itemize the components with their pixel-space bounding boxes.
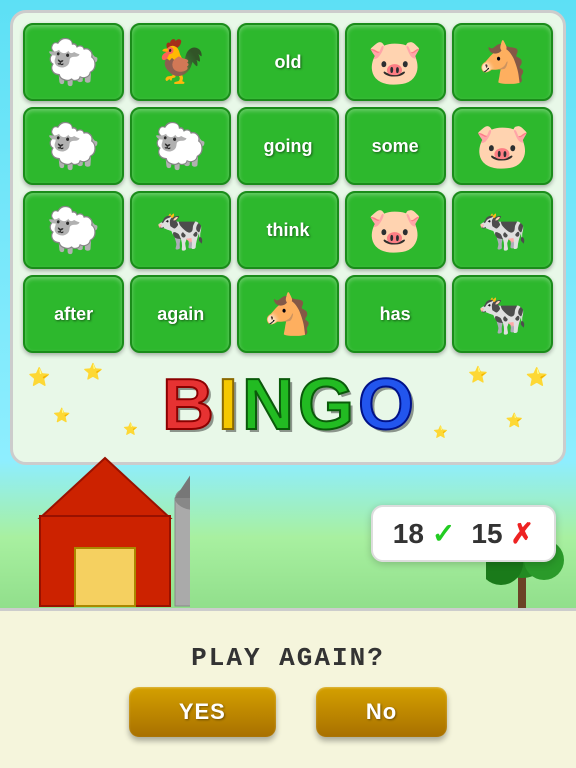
cell-after[interactable]: after bbox=[23, 275, 124, 353]
cell-pig1[interactable]: 🐷 bbox=[345, 23, 446, 101]
play-again-dialog: PLAY AGAIN? YES No bbox=[0, 608, 576, 768]
star-icon: ⭐ bbox=[123, 422, 138, 436]
x-icon: ✗ bbox=[511, 517, 534, 550]
cell-old[interactable]: old bbox=[237, 23, 338, 101]
sheep3-icon: 🐑 bbox=[153, 120, 208, 172]
star-icon: ⭐ bbox=[506, 412, 523, 429]
cell-sheep2[interactable]: 🐑 bbox=[23, 107, 124, 185]
star-icon: ⭐ bbox=[53, 407, 70, 424]
bingo-n: N bbox=[242, 369, 294, 441]
sheep4-icon: 🐑 bbox=[46, 204, 101, 256]
cell-again[interactable]: again bbox=[130, 275, 231, 353]
cell-has[interactable]: has bbox=[345, 275, 446, 353]
cell-sheep4[interactable]: 🐑 bbox=[23, 191, 124, 269]
wrong-score: 15 ✗ bbox=[471, 517, 534, 550]
cow2-icon: 🐄 bbox=[477, 207, 527, 254]
score-box: 18 ✓ 15 ✗ bbox=[371, 505, 556, 562]
cell-going[interactable]: going bbox=[237, 107, 338, 185]
cell-cow3[interactable]: 🐄 bbox=[452, 275, 553, 353]
star-icon: ⭐ bbox=[28, 367, 50, 388]
check-icon: ✓ bbox=[432, 517, 455, 550]
dialog-title: PLAY AGAIN? bbox=[191, 643, 385, 673]
chicken-icon: 🐓 bbox=[155, 38, 207, 87]
cell-think[interactable]: think bbox=[237, 191, 338, 269]
no-button[interactable]: No bbox=[316, 687, 447, 737]
word-some: some bbox=[372, 136, 419, 157]
word-old: old bbox=[274, 52, 301, 73]
cell-sheep1[interactable]: 🐑 bbox=[23, 23, 124, 101]
game-board: 🐑 🐓 old 🐷 🐴 🐑 🐑 going some 🐷 bbox=[10, 10, 566, 465]
pig-icon: 🐷 bbox=[368, 36, 423, 88]
wrong-count: 15 bbox=[471, 518, 502, 550]
correct-count: 18 bbox=[393, 518, 424, 550]
word-again: again bbox=[157, 304, 204, 325]
star-icon: ⭐ bbox=[526, 367, 548, 388]
horse-icon: 🐴 bbox=[477, 39, 527, 86]
correct-score: 18 ✓ bbox=[393, 517, 456, 550]
star-icon: ⭐ bbox=[468, 365, 488, 385]
cell-pig3[interactable]: 🐷 bbox=[345, 191, 446, 269]
cow-icon: 🐄 bbox=[156, 207, 206, 254]
sheep2-icon: 🐑 bbox=[46, 120, 101, 172]
word-going: going bbox=[264, 136, 313, 157]
dialog-buttons: YES No bbox=[129, 687, 447, 737]
cell-pig2[interactable]: 🐷 bbox=[452, 107, 553, 185]
cell-horse1[interactable]: 🐴 bbox=[452, 23, 553, 101]
word-after: after bbox=[54, 304, 93, 325]
bingo-grid: 🐑 🐓 old 🐷 🐴 🐑 🐑 going some 🐷 bbox=[23, 23, 553, 353]
star-icon: ⭐ bbox=[433, 425, 448, 439]
cell-cow1[interactable]: 🐄 bbox=[130, 191, 231, 269]
cell-sheep3[interactable]: 🐑 bbox=[130, 107, 231, 185]
sheep-icon: 🐑 bbox=[46, 36, 101, 88]
cell-some[interactable]: some bbox=[345, 107, 446, 185]
bingo-i: I bbox=[218, 369, 238, 441]
cell-chicken[interactable]: 🐓 bbox=[130, 23, 231, 101]
yes-button[interactable]: YES bbox=[129, 687, 276, 737]
bingo-g: G bbox=[298, 369, 354, 441]
cell-horse2[interactable]: 🐴 bbox=[237, 275, 338, 353]
pig2-icon: 🐷 bbox=[475, 120, 530, 172]
cow3-icon: 🐄 bbox=[477, 291, 527, 338]
star-icon: ⭐ bbox=[83, 362, 103, 382]
bingo-o: O bbox=[358, 369, 414, 441]
horse2-icon: 🐴 bbox=[263, 291, 313, 338]
barn bbox=[20, 438, 190, 613]
bingo-b: B bbox=[162, 369, 214, 441]
word-has: has bbox=[380, 304, 411, 325]
word-think: think bbox=[266, 220, 309, 241]
pig3-icon: 🐷 bbox=[368, 204, 423, 256]
cell-cow2[interactable]: 🐄 bbox=[452, 191, 553, 269]
